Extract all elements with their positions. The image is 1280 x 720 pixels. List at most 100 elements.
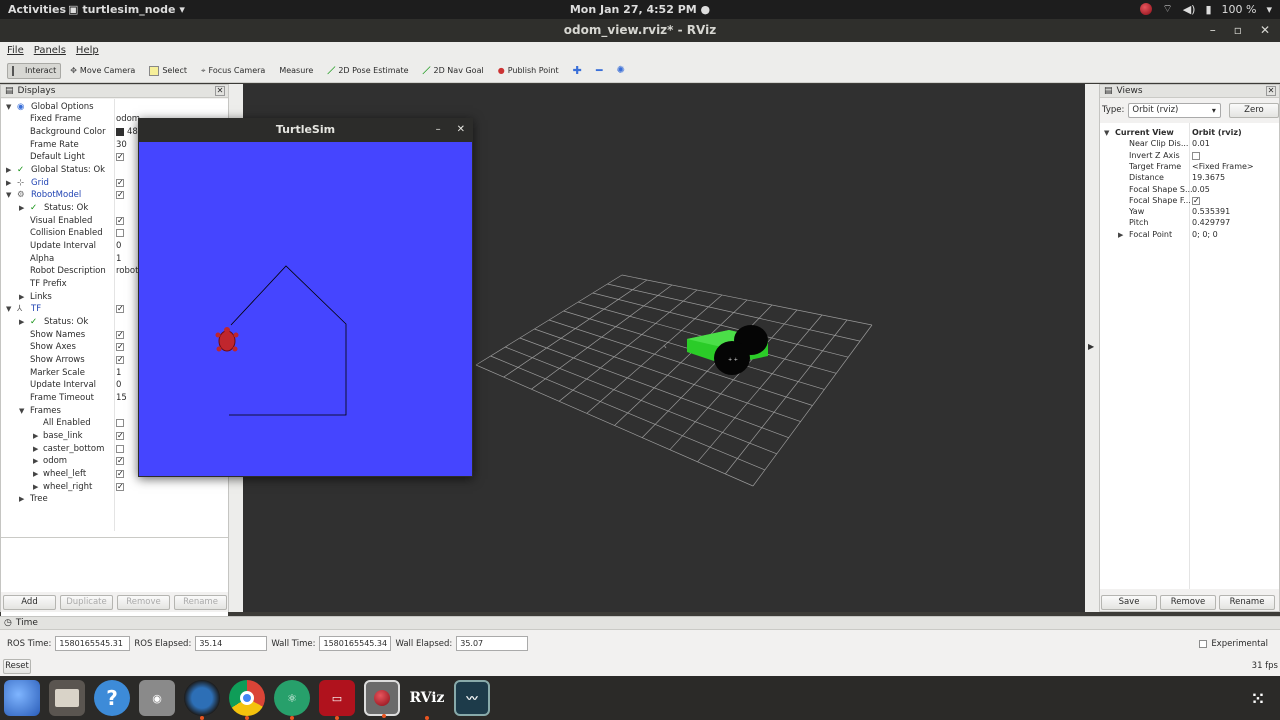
collapse-arrow-icon[interactable]: ▶ [1088, 342, 1094, 351]
rename-button[interactable]: Rename [1219, 594, 1275, 610]
menu-help[interactable]: Help [76, 45, 99, 56]
expand-icon[interactable]: ▶ [33, 430, 38, 442]
tool-publish-point[interactable]: ● Publish Point [493, 63, 564, 78]
wall-time-field[interactable]: 1580165545.34 [319, 636, 392, 651]
checkbox[interactable]: ✓ [116, 189, 124, 201]
duplicate-button[interactable]: Duplicate [60, 594, 113, 610]
expand-icon[interactable]: ▶ [19, 291, 24, 303]
tool-properties-button[interactable]: ✺ [611, 62, 629, 79]
tool-move-camera[interactable]: ✥ Move Camera [65, 63, 140, 78]
tree-row-focal-point[interactable]: ▶ Focal Point 0; 0; 0 [1100, 229, 1279, 241]
rename-button[interactable]: Rename [174, 594, 227, 610]
checkbox[interactable]: ✓ [116, 468, 124, 480]
close-panel-icon[interactable]: ✕ [1266, 86, 1276, 96]
turtlesim-title-bar[interactable]: TurtleSim – ✕ [138, 118, 473, 142]
tree-row-near-clip[interactable]: Near Clip Dis... 0.01 [1100, 138, 1279, 150]
expand-icon[interactable]: ▶ [6, 164, 11, 176]
row-value[interactable]: odom [116, 113, 140, 125]
menu-file[interactable]: File [7, 45, 24, 56]
row-value[interactable]: 19.3675 [1192, 172, 1225, 184]
expand-icon[interactable]: ▶ [33, 468, 38, 480]
tree-row-distance[interactable]: Distance 19.3675 [1100, 172, 1279, 184]
views-tree[interactable]: ▼ Current View Orbit (rviz) Near Clip Dis.… [1100, 123, 1279, 589]
checkbox[interactable] [116, 417, 124, 429]
tool-interact[interactable]: Interact [7, 62, 62, 79]
row-value[interactable]: 0; 0; 0 [1192, 229, 1218, 241]
checkbox[interactable]: ✓ [116, 341, 124, 353]
expand-icon[interactable]: ▼ [6, 101, 11, 113]
menu-panels[interactable]: Panels [34, 45, 66, 56]
checkbox[interactable]: ✓ [116, 215, 124, 227]
close-icon[interactable]: ✕ [457, 118, 465, 142]
checkbox[interactable] [116, 227, 124, 239]
checkbox[interactable]: ✓ [116, 303, 124, 315]
chrome-icon[interactable] [229, 680, 265, 720]
row-value[interactable]: 0.429797 [1192, 217, 1230, 229]
remove-button[interactable]: Remove [117, 594, 170, 610]
expand-icon[interactable]: ▶ [33, 455, 38, 467]
expand-icon[interactable]: ▶ [33, 481, 38, 493]
tool-2d-pose-estimate[interactable]: ／ 2D Pose Estimate [322, 62, 413, 79]
expand-icon[interactable]: ▶ [19, 316, 24, 328]
close-panel-icon[interactable]: ✕ [215, 86, 225, 96]
row-value[interactable]: 48 [116, 126, 138, 138]
expand-icon[interactable]: ▶ [19, 202, 24, 214]
rviz-icon[interactable]: RViz [409, 680, 445, 720]
tool-focus-camera[interactable]: ⌖ Focus Camera [196, 63, 270, 79]
save-button[interactable]: Save [1101, 594, 1157, 610]
tree-row-global-options[interactable]: ▼ ◉ Global Options [1, 101, 228, 113]
expand-icon[interactable]: ▼ [19, 405, 24, 417]
row-value[interactable]: 0 [116, 379, 121, 391]
expand-icon[interactable]: ▶ [1118, 229, 1123, 241]
terminal-red-icon[interactable]: ▭ [319, 680, 355, 720]
zero-button[interactable]: Zero [1228, 102, 1279, 118]
expand-icon[interactable]: ▶ [33, 443, 38, 455]
row-value[interactable]: 30 [116, 139, 127, 151]
expand-icon[interactable]: ▶ [6, 177, 11, 189]
expand-icon[interactable]: ▼ [6, 189, 11, 201]
row-value[interactable]: 15 [116, 392, 127, 404]
tool-2d-nav-goal[interactable]: ／ 2D Nav Goal [418, 62, 489, 79]
remove-tool-button[interactable]: ━ [591, 61, 608, 80]
turtlesim-window[interactable]: TurtleSim – ✕ [138, 118, 473, 477]
clock[interactable]: Mon Jan 27, 4:52 PM ● [0, 3, 1280, 16]
wall-elapsed-field[interactable]: 35.07 [456, 636, 529, 651]
checkbox[interactable]: ✓ [116, 329, 124, 341]
expand-icon[interactable]: ▶ [19, 493, 24, 505]
tree-row-wheel-right[interactable]: ▶ wheel_right ✓ [1, 481, 228, 493]
camera-icon[interactable]: ◉ [139, 680, 175, 716]
tool-select[interactable]: Select [144, 63, 192, 79]
record-indicator-icon[interactable] [1140, 3, 1153, 15]
row-value[interactable]: 1 [116, 253, 121, 265]
close-icon[interactable]: ✕ [1260, 19, 1270, 42]
checkbox[interactable]: ✓ [116, 455, 124, 467]
tree-row-pitch[interactable]: Pitch 0.429797 [1100, 217, 1279, 229]
right-splitter[interactable]: ▶ [1085, 84, 1099, 612]
view-type-select[interactable]: Orbit (rviz) [1128, 102, 1221, 118]
experimental-toggle[interactable]: Experimental [1199, 639, 1268, 649]
checkbox[interactable]: ✓ [116, 354, 124, 366]
checkbox[interactable] [116, 443, 124, 455]
thunderbird-icon[interactable] [4, 680, 40, 716]
show-applications-icon[interactable]: ⁙ [1240, 680, 1276, 716]
remove-button[interactable]: Remove [1160, 594, 1216, 610]
checkbox[interactable]: ✓ [116, 177, 124, 189]
atom-icon[interactable]: ⚛ [274, 680, 310, 720]
tree-row-tree[interactable]: ▶ Tree [1, 493, 228, 505]
checkbox[interactable]: ✓ [116, 151, 124, 163]
minimize-icon[interactable]: – [1210, 19, 1216, 42]
maximize-icon[interactable]: ▫ [1234, 19, 1242, 42]
activities-button[interactable]: Activities [0, 3, 66, 16]
row-value[interactable]: 1 [116, 367, 121, 379]
files-icon[interactable] [49, 680, 85, 716]
experimental-checkbox[interactable] [1199, 640, 1208, 648]
system-tray[interactable]: ⌔ ◀) ▮ 100 % ▾ [1140, 2, 1272, 16]
checkbox[interactable]: ✓ [116, 481, 124, 493]
row-value[interactable]: 0 [116, 240, 121, 252]
browser-globe-icon[interactable] [184, 680, 220, 720]
add-tool-button[interactable]: ✚ [568, 61, 587, 80]
row-value[interactable]: 0.01 [1192, 138, 1210, 150]
expand-icon[interactable]: ▼ [6, 303, 11, 315]
tool-measure[interactable]: Measure [274, 63, 318, 78]
ros-time-field[interactable]: 1580165545.31 [55, 636, 131, 651]
